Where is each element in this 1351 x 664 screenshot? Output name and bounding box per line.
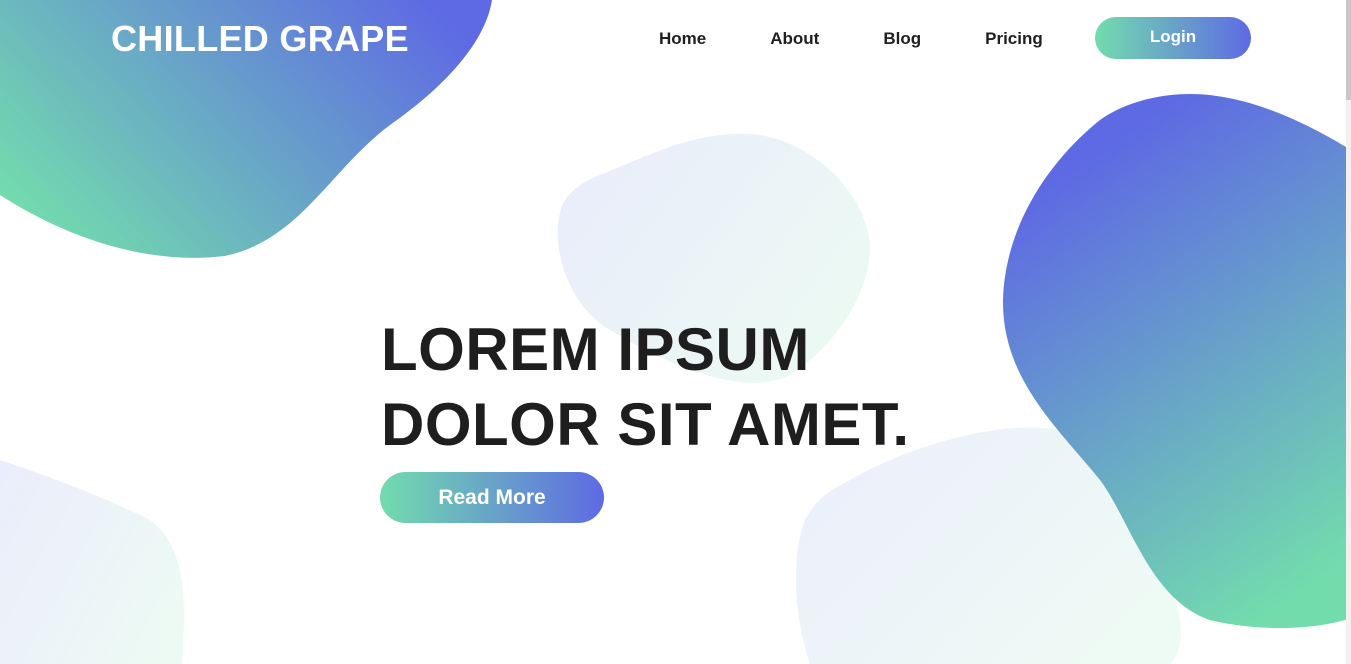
brand-logo[interactable]: CHILLED GRAPE (111, 18, 409, 60)
hero-heading-line-2: DOLOR SIT AMET. (381, 391, 910, 458)
blob-bottom-left (0, 460, 184, 664)
page-scrollbar[interactable] (1346, 0, 1351, 664)
hero-heading: LOREM IPSUM DOLOR SIT AMET. (381, 312, 910, 462)
hero-section: LOREM IPSUM DOLOR SIT AMET. (381, 312, 910, 462)
read-more-button[interactable]: Read More (380, 472, 604, 523)
login-button[interactable]: Login (1095, 17, 1251, 59)
nav-link-pricing[interactable]: Pricing (985, 28, 1043, 50)
top-navigation: Home About Blog Pricing (659, 28, 1043, 50)
nav-link-about[interactable]: About (770, 28, 819, 50)
scrollbar-thumb[interactable] (1346, 0, 1351, 100)
hero-heading-line-1: LOREM IPSUM (381, 316, 810, 383)
nav-link-home[interactable]: Home (659, 28, 706, 50)
nav-link-blog[interactable]: Blog (883, 28, 921, 50)
